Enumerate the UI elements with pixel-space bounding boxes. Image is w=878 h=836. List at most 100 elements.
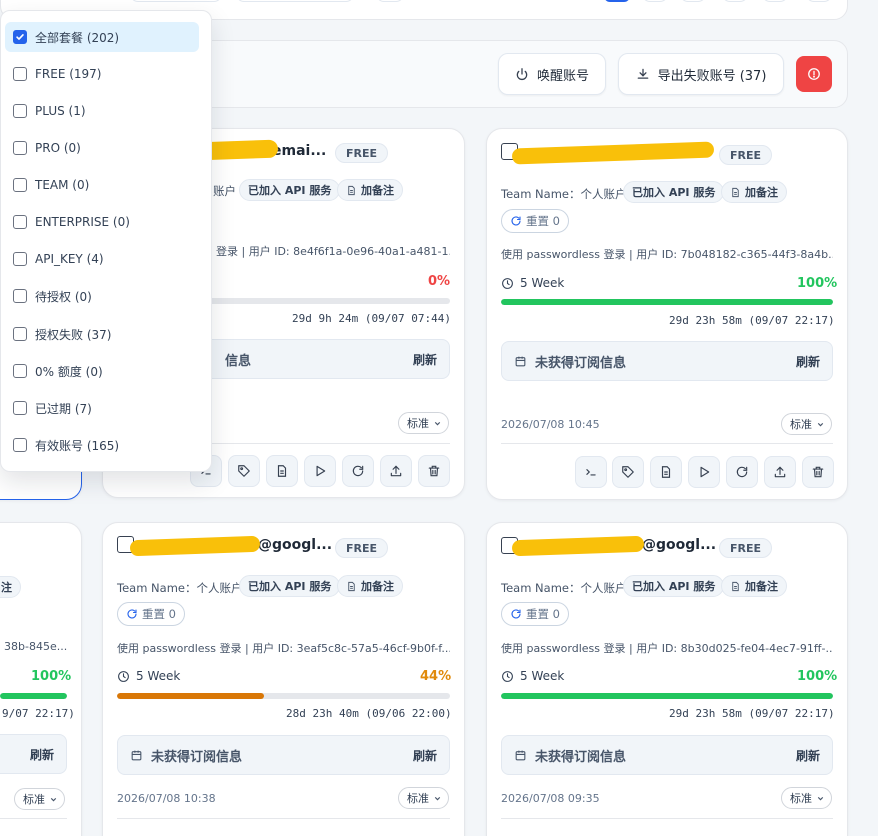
mode-select-value: 标准 (407, 792, 429, 805)
subscription-refresh-button[interactable]: 刷新 (413, 351, 437, 368)
calendar-icon (131, 750, 142, 760)
add-note-chip[interactable]: 加备注 (721, 575, 787, 597)
details-button[interactable] (266, 455, 298, 487)
card-divider (501, 818, 833, 819)
subscription-refresh-button[interactable]: 刷新 (796, 353, 820, 370)
filter-checkbox[interactable] (13, 67, 27, 81)
filter-option-label: API_KEY (4) (35, 252, 104, 266)
filter-checkbox[interactable] (13, 178, 27, 192)
play-button[interactable] (688, 456, 720, 488)
filter-option-valid[interactable]: 有效账号 (165) (5, 430, 199, 460)
reset-label: 重置 0 (142, 607, 176, 621)
tag-button[interactable] (228, 455, 260, 487)
reset-countdown: 9/07 22:17) (2, 707, 75, 720)
team-name-text: 账户 (213, 184, 236, 198)
wake-accounts-label: 唤醒账号 (536, 68, 589, 84)
subscription-box: 未获得订阅信息 刷新 (501, 735, 833, 775)
filter-option-api-key[interactable]: API_KEY (4) (5, 244, 199, 274)
details-button[interactable] (650, 456, 682, 488)
mode-select-value: 标准 (790, 418, 812, 431)
reset-countdown: 29d 23h 58m (09/07 22:17) (669, 314, 835, 327)
subscription-refresh-button[interactable]: 刷新 (30, 746, 54, 763)
filter-option-pro[interactable]: PRO (0) (5, 133, 199, 163)
add-note-chip[interactable]: 注 (0, 576, 21, 598)
play-button[interactable] (304, 455, 336, 487)
quota-bar-fill (501, 299, 833, 305)
upload-button[interactable] (380, 455, 412, 487)
filter-checkbox[interactable] (13, 401, 27, 415)
mode-select[interactable]: 标准 (781, 787, 832, 809)
subscription-status: 未获得订阅信息 (514, 746, 626, 765)
filter-checkbox[interactable] (13, 252, 27, 266)
clock-icon (118, 670, 129, 682)
filter-option-free[interactable]: FREE (197) (5, 59, 199, 89)
delete-button[interactable] (418, 455, 450, 487)
document-icon (348, 185, 355, 195)
plan-badge: FREE (719, 538, 773, 558)
api-service-chip[interactable]: 已加入 API 服务 (239, 179, 341, 201)
filter-checkbox[interactable] (13, 438, 27, 452)
filter-option-pending-auth[interactable]: 待授权 (0) (5, 281, 199, 311)
wake-accounts-button[interactable]: 唤醒账号 (498, 53, 606, 95)
refresh-button[interactable] (726, 456, 758, 488)
team-name-text: Team Name：个人账户 (117, 581, 243, 595)
filter-option-label: PLUS (1) (35, 104, 86, 118)
reset-button[interactable]: 重置 0 (501, 602, 569, 626)
filter-option-expired[interactable]: 已过期 (7) (5, 393, 199, 423)
filter-option-plus[interactable]: PLUS (1) (5, 96, 199, 126)
api-service-chip[interactable]: 已加入 API 服务 (239, 575, 341, 597)
filter-option-all[interactable]: 全部套餐 (202) (5, 22, 199, 52)
top-filter-chip[interactable] (130, 0, 222, 2)
subscription-refresh-button[interactable]: 刷新 (413, 747, 437, 764)
card-divider (117, 818, 450, 819)
danger-button[interactable] (796, 56, 832, 92)
quota-percent: 44% (420, 669, 452, 684)
filter-option-team[interactable]: TEAM (0) (5, 170, 199, 200)
top-filter-chip[interactable] (236, 0, 354, 2)
created-date: 2026/07/08 10:38 (117, 792, 216, 805)
add-note-label: 加备注 (745, 186, 778, 199)
api-service-chip[interactable]: 已加入 API 服务 (623, 575, 725, 597)
trash-icon (812, 466, 824, 478)
terminal-button[interactable] (575, 456, 607, 488)
subscription-status: 未获得订阅信息 (514, 352, 626, 371)
upload-button[interactable] (764, 456, 796, 488)
add-note-chip[interactable]: 加备注 (337, 575, 403, 597)
tag-button[interactable] (612, 456, 644, 488)
tag-icon (238, 465, 250, 477)
filter-option-enterprise[interactable]: ENTERPRISE (0) (5, 207, 199, 237)
reset-button[interactable]: 重置 0 (501, 209, 569, 233)
mode-select[interactable]: 标准 (781, 413, 832, 435)
mode-select[interactable]: 标准 (398, 787, 449, 809)
filter-checkbox[interactable] (13, 364, 27, 378)
api-service-chip[interactable]: 已加入 API 服务 (623, 181, 725, 203)
filter-checkbox[interactable] (13, 215, 27, 229)
filter-checkbox[interactable] (13, 327, 27, 341)
filter-option-zero-quota[interactable]: 0% 额度 (0) (5, 356, 199, 386)
filter-option-label: FREE (197) (35, 67, 102, 81)
quota-window-label: 5 Week (136, 669, 181, 683)
mode-select[interactable]: 标准 (14, 788, 65, 810)
refresh-icon (511, 216, 521, 226)
filter-checkbox[interactable] (13, 104, 27, 118)
add-note-chip[interactable]: 加备注 (721, 181, 787, 203)
login-info: 使用 passwordless 登录 | 用户 ID: 3eaf5c8c-57a… (117, 642, 450, 655)
filter-option-auth-failed[interactable]: 授权失败 (37) (5, 319, 199, 349)
filter-checkbox[interactable] (13, 30, 27, 44)
filter-checkbox[interactable] (13, 141, 27, 155)
add-note-chip[interactable]: 加备注 (337, 179, 403, 201)
delete-button[interactable] (802, 456, 834, 488)
reset-button[interactable]: 重置 0 (117, 602, 185, 626)
login-info: 使用 passwordless 登录 | 用户 ID: 7b048182-c36… (501, 248, 833, 261)
quota-window: 5 Week (501, 276, 564, 290)
quota-bar-fill (501, 693, 833, 699)
refresh-icon (352, 465, 364, 477)
refresh-button[interactable] (342, 455, 374, 487)
add-note-label: 加备注 (745, 580, 778, 593)
mode-select[interactable]: 标准 (398, 412, 449, 434)
card-divider (501, 443, 833, 444)
filter-option-label: 待授权 (0) (35, 289, 92, 304)
export-failed-button[interactable]: 导出失败账号 (37) (618, 53, 784, 95)
filter-checkbox[interactable] (13, 289, 27, 303)
subscription-refresh-button[interactable]: 刷新 (796, 747, 820, 764)
